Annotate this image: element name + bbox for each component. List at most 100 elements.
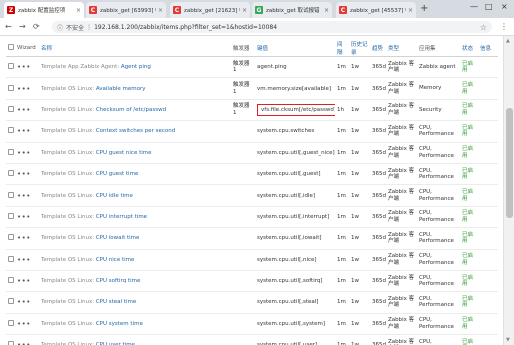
template-link[interactable]: Template OS Linux: <box>41 171 94 177</box>
triggers-cell[interactable] <box>231 291 255 314</box>
template-link[interactable]: Template OS Linux: <box>41 299 94 305</box>
row-checkbox-cell[interactable] <box>6 334 15 345</box>
select-all-checkbox[interactable] <box>6 40 15 57</box>
item-name-link[interactable]: Context switches per second <box>96 128 175 134</box>
triggers-cell[interactable] <box>231 142 255 164</box>
wizard-menu-icon[interactable]: ••• <box>17 341 31 345</box>
item-name-link[interactable]: CPU guest nice time <box>96 150 152 156</box>
row-checkbox-cell[interactable] <box>6 184 15 207</box>
wizard-cell[interactable]: ••• <box>15 56 39 79</box>
status-toggle-link[interactable]: 已启用 <box>462 296 473 309</box>
template-link[interactable]: Template OS Linux: <box>41 128 94 134</box>
item-name-link[interactable]: CPU steal time <box>96 299 136 305</box>
scroll-down-icon[interactable]: ▼ <box>506 337 510 343</box>
checkbox[interactable] <box>8 298 14 305</box>
wizard-menu-icon[interactable]: ••• <box>17 106 31 114</box>
triggers-cell[interactable] <box>231 313 255 336</box>
wizard-menu-icon[interactable]: ••• <box>17 277 31 285</box>
col-status[interactable]: 状态 <box>460 40 478 57</box>
row-checkbox-cell[interactable] <box>6 163 15 186</box>
status-toggle-link[interactable]: 已启用 <box>462 146 473 159</box>
template-link[interactable]: Template App Zabbix Agent: <box>41 64 119 70</box>
checkbox[interactable] <box>8 127 14 134</box>
triggers-cell[interactable]: 触发器 1 <box>231 77 255 100</box>
wizard-menu-icon[interactable]: ••• <box>17 192 31 200</box>
tab-close-icon[interactable]: × <box>408 7 413 14</box>
checkbox[interactable] <box>8 319 14 326</box>
wizard-cell[interactable]: ••• <box>15 206 39 229</box>
status-cell[interactable]: 已启用 <box>460 206 478 229</box>
row-checkbox-cell[interactable] <box>6 270 15 293</box>
tab-close-icon[interactable]: × <box>324 7 329 14</box>
tab-close-icon[interactable]: × <box>76 7 81 14</box>
scroll-up-icon[interactable]: ▲ <box>506 38 510 44</box>
wizard-menu-icon[interactable]: ••• <box>17 234 31 242</box>
wizard-cell[interactable]: ••• <box>15 334 39 345</box>
reload-icon[interactable]: ⟳ <box>33 22 40 31</box>
checkbox[interactable] <box>8 234 14 241</box>
row-checkbox-cell[interactable] <box>6 77 15 100</box>
status-cell[interactable]: 已启用 <box>460 334 478 345</box>
status-toggle-link[interactable]: 已启用 <box>462 168 473 181</box>
maximize-button[interactable]: □ <box>485 2 493 11</box>
checkbox[interactable] <box>8 63 14 70</box>
row-checkbox-cell[interactable] <box>6 291 15 314</box>
col-type[interactable]: 类型 <box>386 40 417 57</box>
triggers-cell[interactable] <box>231 206 255 229</box>
close-window-button[interactable]: × <box>501 2 508 11</box>
checkbox[interactable] <box>8 277 14 284</box>
triggers-cell[interactable] <box>231 249 255 271</box>
item-name-link[interactable]: CPU idle time <box>96 193 133 199</box>
browser-tab-2[interactable]: Czabbix_get [21623] 中 × <box>170 2 250 18</box>
status-cell[interactable]: 已启用 <box>460 99 478 122</box>
browser-tab-3[interactable]: Gzabbix_get 取试报错 × <box>252 2 332 18</box>
wizard-menu-icon[interactable]: ••• <box>17 170 31 178</box>
browser-menu-icon[interactable]: ⋮ <box>500 22 508 31</box>
wizard-cell[interactable]: ••• <box>15 313 39 336</box>
checkbox[interactable] <box>8 105 14 112</box>
browser-tab-0[interactable]: Zzabbix 配置监控项 × <box>4 2 84 18</box>
template-link[interactable]: Template OS Linux: <box>41 278 94 284</box>
status-cell[interactable]: 已启用 <box>460 56 478 79</box>
triggers-cell[interactable] <box>231 270 255 293</box>
browser-tab-4[interactable]: Czabbix_get [45537] 中 × <box>336 2 416 18</box>
wizard-menu-icon[interactable]: ••• <box>17 127 31 135</box>
status-toggle-link[interactable]: 已启用 <box>462 275 473 288</box>
wizard-menu-icon[interactable]: ••• <box>17 213 31 221</box>
wizard-cell[interactable]: ••• <box>15 184 39 207</box>
triggers-cell[interactable] <box>231 184 255 207</box>
back-icon[interactable]: ← <box>5 22 12 31</box>
row-checkbox-cell[interactable] <box>6 313 15 336</box>
item-name-link[interactable]: Checksum of /etc/passwd <box>96 107 166 113</box>
checkbox[interactable] <box>8 341 14 345</box>
status-cell[interactable]: 已启用 <box>460 184 478 207</box>
col-key[interactable]: 键值 <box>255 40 335 57</box>
info-icon[interactable]: ⓘ <box>57 23 63 32</box>
status-toggle-link[interactable]: 已启用 <box>462 339 473 345</box>
template-link[interactable]: Template OS Linux: <box>41 150 94 156</box>
checkbox[interactable] <box>8 44 14 50</box>
address-bar[interactable]: ⓘ 不安全 | 192.168.1.200/zabbix/items.php?f… <box>52 21 492 33</box>
wizard-menu-icon[interactable]: ••• <box>17 298 31 306</box>
row-checkbox-cell[interactable] <box>6 142 15 164</box>
col-history[interactable]: 历史记录 <box>349 40 370 57</box>
bookmark-star-icon[interactable]: ☆ <box>480 23 487 32</box>
status-cell[interactable]: 已启用 <box>460 77 478 100</box>
status-toggle-link[interactable]: 已启用 <box>462 210 473 223</box>
row-checkbox-cell[interactable] <box>6 249 15 271</box>
checkbox[interactable] <box>8 212 14 219</box>
template-link[interactable]: Template OS Linux: <box>41 86 94 92</box>
row-checkbox-cell[interactable] <box>6 120 15 143</box>
template-link[interactable]: Template OS Linux: <box>41 257 94 263</box>
triggers-cell[interactable] <box>231 163 255 186</box>
status-toggle-link[interactable]: 已启用 <box>462 61 473 74</box>
status-toggle-link[interactable]: 已启用 <box>462 103 473 116</box>
item-name-link[interactable]: CPU system time <box>96 321 143 327</box>
status-toggle-link[interactable]: 已启用 <box>462 189 473 202</box>
wizard-cell[interactable]: ••• <box>15 120 39 143</box>
checkbox[interactable] <box>8 84 14 91</box>
item-name-link[interactable]: Available memory <box>96 86 146 92</box>
item-name-link[interactable]: Agent ping <box>121 64 151 70</box>
triggers-link[interactable]: 触发器 1 <box>233 61 250 74</box>
triggers-link[interactable]: 触发器 1 <box>233 103 250 116</box>
